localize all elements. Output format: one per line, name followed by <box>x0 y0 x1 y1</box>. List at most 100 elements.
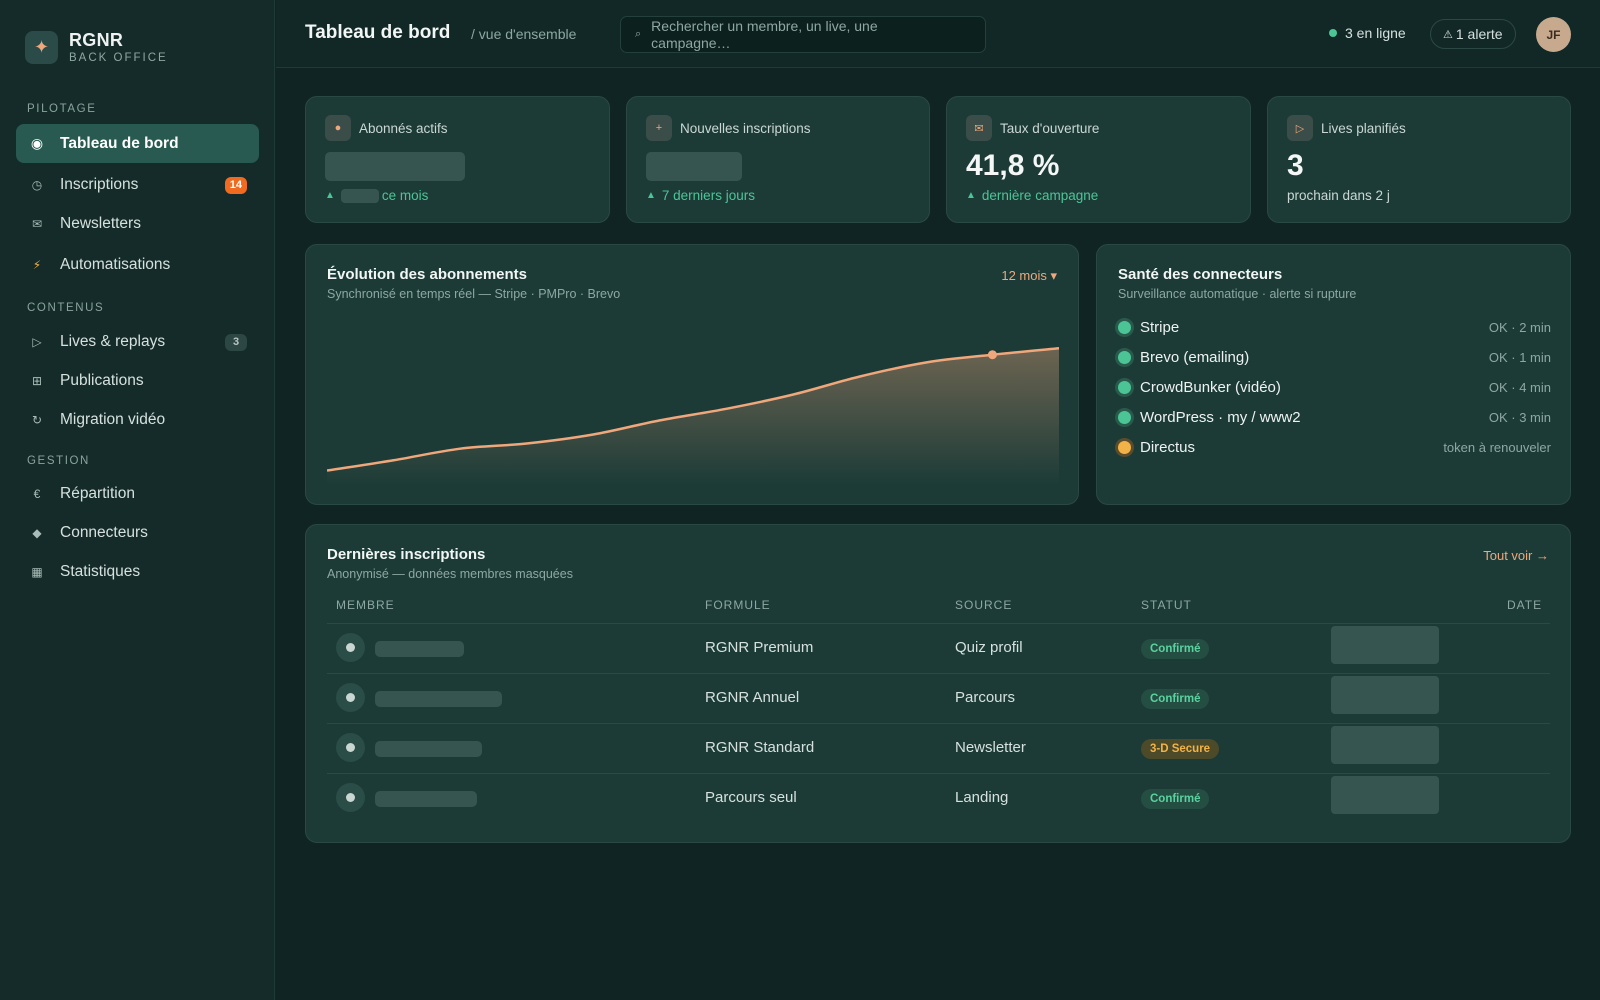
kpi-label: Taux d'ouverture <box>1000 120 1100 136</box>
table-row[interactable]: RGNR Standard Newsletter 3-D Secure <box>327 723 1550 773</box>
trend-value-masked <box>340 188 379 203</box>
connector-name: CrowdBunker (vidéo) <box>1140 378 1281 396</box>
sidebar-item-label: Connecteurs <box>60 523 148 541</box>
column-header-source[interactable]: SOURCE <box>955 598 1012 612</box>
period-select[interactable]: 12 mois ▾ <box>1001 268 1057 284</box>
panel-subtitle: Surveillance automatique · alerte si rup… <box>1118 287 1357 301</box>
column-header-status[interactable]: STATUT <box>1141 598 1192 612</box>
connector-status: OK · 4 min <box>1488 379 1551 395</box>
connector-status: OK · 1 min <box>1488 349 1551 365</box>
kpi-card-open-rate[interactable]: ✉ Taux d'ouverture 41,8 % ▲ dernière cam… <box>946 96 1251 223</box>
kpi-foot-label: dernière campagne <box>981 188 1099 203</box>
connectors-health-panel: Santé des connecteurs Surveillance autom… <box>1096 244 1571 505</box>
panel-title: Dernières inscriptions <box>327 546 486 563</box>
mail-icon: ✉ <box>966 115 992 141</box>
plus-icon: + <box>646 115 672 141</box>
sidebar-item-statistiques[interactable]: ▦ Statistiques <box>16 552 259 591</box>
connector-status: OK · 3 min <box>1488 409 1551 425</box>
sidebar-item-newsletters[interactable]: ✉ Newsletters <box>16 204 259 243</box>
member-avatar <box>336 633 365 662</box>
nav-section-pilotage: PILOTAGE <box>27 103 97 115</box>
trend-up-icon: ▲ <box>966 190 976 201</box>
avatar-dot-icon <box>346 693 355 702</box>
sidebar-item-publications[interactable]: ⊞ Publications <box>16 361 259 400</box>
avatar-dot-icon <box>346 743 355 752</box>
sidebar-item-automatisations[interactable]: ⚡ Automatisations <box>16 245 259 284</box>
panel-subtitle: Synchronisé en temps réel — Stripe · PMP… <box>327 287 621 301</box>
kpi-label: Nouvelles inscriptions <box>680 120 811 136</box>
avatar-dot-icon <box>346 793 355 802</box>
column-header-date[interactable]: DATE <box>1507 598 1542 612</box>
chart-highlight-point[interactable] <box>987 350 997 360</box>
sidebar-item-migration[interactable]: ↻ Migration vidéo <box>16 400 259 439</box>
diamond-icon: ◆ <box>32 525 42 540</box>
kpi-foot-label: ce mois <box>381 188 429 203</box>
nav-section-gestion: GESTION <box>27 455 90 467</box>
brand[interactable]: ✦ RGNR BACK OFFICE <box>25 31 168 64</box>
connector-row-brevo[interactable]: Brevo (emailing) OK · 1 min <box>1118 346 1551 368</box>
status-warning-icon <box>1118 440 1131 454</box>
online-dot-icon <box>1329 29 1337 37</box>
breadcrumb: / vue d'ensemble <box>471 26 577 42</box>
avatar[interactable]: JF <box>1536 17 1571 52</box>
formula-cell: RGNR Standard <box>705 739 815 756</box>
brand-name: RGNR <box>69 30 124 50</box>
kpi-card-planned-lives[interactable]: ▷ Lives planifiés 3 prochain dans 2 j <box>1267 96 1571 223</box>
brand-subtitle: BACK OFFICE <box>69 52 168 64</box>
trend-up-icon: ▲ <box>325 190 335 201</box>
sidebar-item-label: Automatisations <box>60 255 171 273</box>
sidebar: ✦ RGNR BACK OFFICE PILOTAGE ◉ Tableau de… <box>0 0 275 1000</box>
status-badge: Confirmé <box>1141 639 1210 659</box>
column-header-formula[interactable]: FORMULE <box>705 598 771 612</box>
sidebar-item-inscriptions[interactable]: ◷ Inscriptions 14 <box>16 165 259 204</box>
kpi-label: Lives planifiés <box>1321 120 1406 136</box>
connector-row-stripe[interactable]: Stripe OK · 2 min <box>1118 316 1551 338</box>
status-ok-icon <box>1118 380 1131 394</box>
kpi-foot-label: prochain dans 2 j <box>1287 188 1390 203</box>
member-avatar <box>336 733 365 762</box>
sidebar-item-dashboard[interactable]: ◉ Tableau de bord <box>16 124 259 163</box>
sidebar-item-label: Inscriptions <box>60 175 139 193</box>
search-placeholder: Rechercher un membre, un live, une campa… <box>651 17 878 51</box>
online-count: 3 en ligne <box>1345 25 1406 41</box>
sidebar-item-repartition[interactable]: € Répartition <box>16 474 259 513</box>
nav-section-contenus: CONTENUS <box>27 302 105 314</box>
kpi-card-active-subscribers[interactable]: ● Abonnés actifs ▲ ce mois <box>305 96 610 223</box>
table-row[interactable]: RGNR Premium Quiz profil Confirmé <box>327 623 1550 673</box>
member-avatar <box>336 783 365 812</box>
connector-status: token à renouveler <box>1443 439 1551 455</box>
sidebar-item-connecteurs[interactable]: ◆ Connecteurs <box>16 513 259 552</box>
source-cell: Quiz profil <box>955 639 1023 656</box>
table-row[interactable]: Parcours seul Landing Confirmé <box>327 773 1550 823</box>
search-input[interactable]: ⌕ Rechercher un membre, un live, une cam… <box>620 16 986 53</box>
kpi-foot: prochain dans 2 j <box>1287 188 1390 203</box>
date-masked <box>1331 726 1439 764</box>
connector-row-directus[interactable]: Directus token à renouveler <box>1118 436 1551 458</box>
clock-icon: ◷ <box>31 177 43 192</box>
status-badge: Confirmé <box>1141 689 1210 709</box>
kpi-trend: ▲ 7 derniers jours <box>646 188 755 203</box>
kpi-label: Abonnés actifs <box>359 120 448 136</box>
see-all-link[interactable]: Tout voir → <box>1483 548 1549 563</box>
connector-row-crowdbunker[interactable]: CrowdBunker (vidéo) OK · 4 min <box>1118 376 1551 398</box>
status-badge: 3-D Secure <box>1141 739 1220 759</box>
subscriptions-chart-panel: Évolution des abonnements Synchronisé en… <box>305 244 1079 505</box>
status-ok-icon <box>1118 410 1131 424</box>
table-row[interactable]: RGNR Annuel Parcours Confirmé <box>327 673 1550 723</box>
sidebar-item-lives[interactable]: ▷ Lives & replays 3 <box>16 322 259 361</box>
formula-cell: RGNR Premium <box>705 639 814 656</box>
connector-name: Brevo (emailing) <box>1140 348 1250 366</box>
panel-title: Santé des connecteurs <box>1118 266 1283 283</box>
kpi-card-new-signups[interactable]: + Nouvelles inscriptions ▲ 7 derniers jo… <box>626 96 930 223</box>
alert-label: 1 alerte <box>1455 26 1503 42</box>
search-icon: ⌕ <box>635 28 642 40</box>
kpi-trend: ▲ ce mois <box>325 188 428 203</box>
connector-row-wordpress[interactable]: WordPress · my / www2 OK · 3 min <box>1118 406 1551 428</box>
kpi-trend: ▲ dernière campagne <box>966 188 1098 203</box>
alert-button[interactable]: ⚠ 1 alerte <box>1430 19 1516 49</box>
source-cell: Parcours <box>955 689 1016 706</box>
kpi-value: 3 <box>1287 149 1304 182</box>
source-cell: Newsletter <box>955 739 1026 756</box>
column-header-member[interactable]: MEMBRE <box>336 598 395 612</box>
grid-icon: ⊞ <box>31 373 43 388</box>
